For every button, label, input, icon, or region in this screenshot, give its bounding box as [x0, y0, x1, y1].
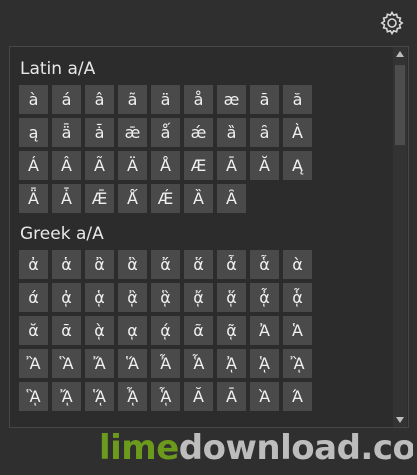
char-button[interactable]: Ἂ: [19, 349, 48, 378]
char-button[interactable]: Â: [52, 151, 81, 180]
character-panel: Latin a/A àáâãäåæāă ąǟǡǣǻǽȁȃÀ ÁÂÃÄÅÆĀĂĄ ǞǠǢ…: [9, 46, 409, 428]
char-button[interactable]: ᾱ: [52, 316, 81, 345]
char-button[interactable]: Ǡ: [52, 184, 81, 213]
char-button[interactable]: Ǣ: [85, 184, 114, 213]
char-button[interactable]: ȃ: [250, 118, 279, 147]
char-button[interactable]: ά: [19, 283, 48, 312]
char-button[interactable]: ᾈ: [217, 349, 246, 378]
char-button[interactable]: â: [85, 85, 114, 114]
char-button[interactable]: ᾴ: [151, 316, 180, 345]
vertical-scrollbar[interactable]: [393, 47, 407, 427]
char-button[interactable]: ă: [283, 85, 312, 114]
char-button[interactable]: Á: [19, 151, 48, 180]
char-button[interactable]: ἂ: [85, 250, 114, 279]
arrow-up-icon: [396, 51, 404, 57]
char-button[interactable]: ἆ: [217, 250, 246, 279]
settings-button[interactable]: [377, 8, 407, 38]
char-button[interactable]: Ἇ: [184, 349, 213, 378]
char-button[interactable]: ᾋ: [19, 382, 48, 411]
svg-text:limedownload.com: limedownload.com: [99, 428, 413, 468]
scroll-thumb[interactable]: [395, 65, 405, 145]
character-list: Latin a/A àáâãäåæāă ąǟǡǣǻǽȁȃÀ ÁÂÃÄÅÆĀĂĄ ǞǠǢ…: [19, 56, 395, 419]
char-button[interactable]: ᾉ: [250, 349, 279, 378]
char-button[interactable]: ᾷ: [217, 316, 246, 345]
char-button[interactable]: Ἄ: [85, 349, 114, 378]
char-button[interactable]: Ȁ: [184, 184, 213, 213]
gear-icon: [380, 10, 404, 36]
char-button[interactable]: ᾃ: [151, 283, 180, 312]
char-button[interactable]: Ἆ: [151, 349, 180, 378]
char-button[interactable]: ὰ: [283, 250, 312, 279]
char-button[interactable]: Ä: [118, 151, 147, 180]
char-button[interactable]: Ă: [250, 151, 279, 180]
char-button[interactable]: ᾅ: [217, 283, 246, 312]
char-grid: àáâãäåæāă ąǟǡǣǻǽȁȃÀ ÁÂÃÄÅÆĀĂĄ ǞǠǢǺǼȀȂ: [19, 85, 395, 213]
char-button[interactable]: Ȃ: [217, 184, 246, 213]
char-button[interactable]: ä: [151, 85, 180, 114]
char-button[interactable]: ᾀ: [52, 283, 81, 312]
char-grid: ἀἁἂἃἄἅἆἇὰ άᾀᾁᾂᾃᾄᾅᾆᾇ ᾰᾱᾲᾳᾴᾶᾷἈἉ ἊἋἌἍἎἏᾈᾉᾊ ᾋᾌᾍᾎ…: [19, 250, 395, 411]
char-button[interactable]: ā: [250, 85, 279, 114]
char-button[interactable]: Ἁ: [283, 316, 312, 345]
char-button[interactable]: à: [19, 85, 48, 114]
char-button[interactable]: Æ: [184, 151, 213, 180]
char-button[interactable]: ȁ: [217, 118, 246, 147]
char-button[interactable]: å: [184, 85, 213, 114]
char-button[interactable]: ǻ: [151, 118, 180, 147]
char-button[interactable]: À: [283, 118, 312, 147]
section-title: Latin a/A: [20, 59, 96, 79]
char-button[interactable]: ᾌ: [52, 382, 81, 411]
char-button[interactable]: ἄ: [151, 250, 180, 279]
char-button[interactable]: Ᾱ: [217, 382, 246, 411]
char-button[interactable]: ᾁ: [85, 283, 114, 312]
char-button[interactable]: ᾲ: [85, 316, 114, 345]
char-button[interactable]: Ἃ: [52, 349, 81, 378]
char-button[interactable]: Ā: [217, 151, 246, 180]
watermark-logo: limedownload.com: [97, 421, 413, 475]
char-button[interactable]: ᾍ: [85, 382, 114, 411]
char-button[interactable]: Ὰ: [250, 382, 279, 411]
char-button[interactable]: Ά: [283, 382, 312, 411]
char-button[interactable]: ἃ: [118, 250, 147, 279]
char-button[interactable]: Å: [151, 151, 180, 180]
char-button[interactable]: ᾄ: [184, 283, 213, 312]
char-button[interactable]: ã: [118, 85, 147, 114]
char-button[interactable]: ᾂ: [118, 283, 147, 312]
char-button[interactable]: ǡ: [85, 118, 114, 147]
char-button[interactable]: ą: [19, 118, 48, 147]
char-button[interactable]: ᾎ: [118, 382, 147, 411]
char-button[interactable]: Ą: [283, 151, 312, 180]
char-button[interactable]: Ǽ: [151, 184, 180, 213]
char-button[interactable]: ᾇ: [283, 283, 312, 312]
char-button[interactable]: ἅ: [184, 250, 213, 279]
char-button[interactable]: ᾆ: [250, 283, 279, 312]
char-button[interactable]: ἇ: [250, 250, 279, 279]
char-button[interactable]: ᾶ: [184, 316, 213, 345]
section-latin: Latin a/A àáâãäåæāă ąǟǡǣǻǽȁȃÀ ÁÂÃÄÅÆĀĂĄ ǞǠǢ…: [19, 56, 395, 213]
char-button[interactable]: Ᾰ: [184, 382, 213, 411]
char-button[interactable]: ᾳ: [118, 316, 147, 345]
char-button[interactable]: Ἀ: [250, 316, 279, 345]
char-button[interactable]: Ǻ: [118, 184, 147, 213]
char-button[interactable]: ǣ: [118, 118, 147, 147]
section-title: Greek a/A: [20, 224, 104, 244]
char-button[interactable]: Ã: [85, 151, 114, 180]
char-button[interactable]: ᾊ: [283, 349, 312, 378]
char-button[interactable]: ǟ: [52, 118, 81, 147]
char-button[interactable]: ἀ: [19, 250, 48, 279]
char-button[interactable]: Ǟ: [19, 184, 48, 213]
char-button[interactable]: ǽ: [184, 118, 213, 147]
scroll-up-button[interactable]: [393, 47, 407, 61]
char-button[interactable]: ᾰ: [19, 316, 48, 345]
section-greek: Greek a/A ἀἁἂἃἄἅἆἇὰ άᾀᾁᾂᾃᾄᾅᾆᾇ ᾰᾱᾲᾳᾴᾶᾷἈἉ ἊἋἌ…: [19, 221, 395, 411]
char-button[interactable]: á: [52, 85, 81, 114]
char-button[interactable]: ἁ: [52, 250, 81, 279]
char-button[interactable]: ᾏ: [151, 382, 180, 411]
char-button[interactable]: æ: [217, 85, 246, 114]
char-button[interactable]: Ἅ: [118, 349, 147, 378]
